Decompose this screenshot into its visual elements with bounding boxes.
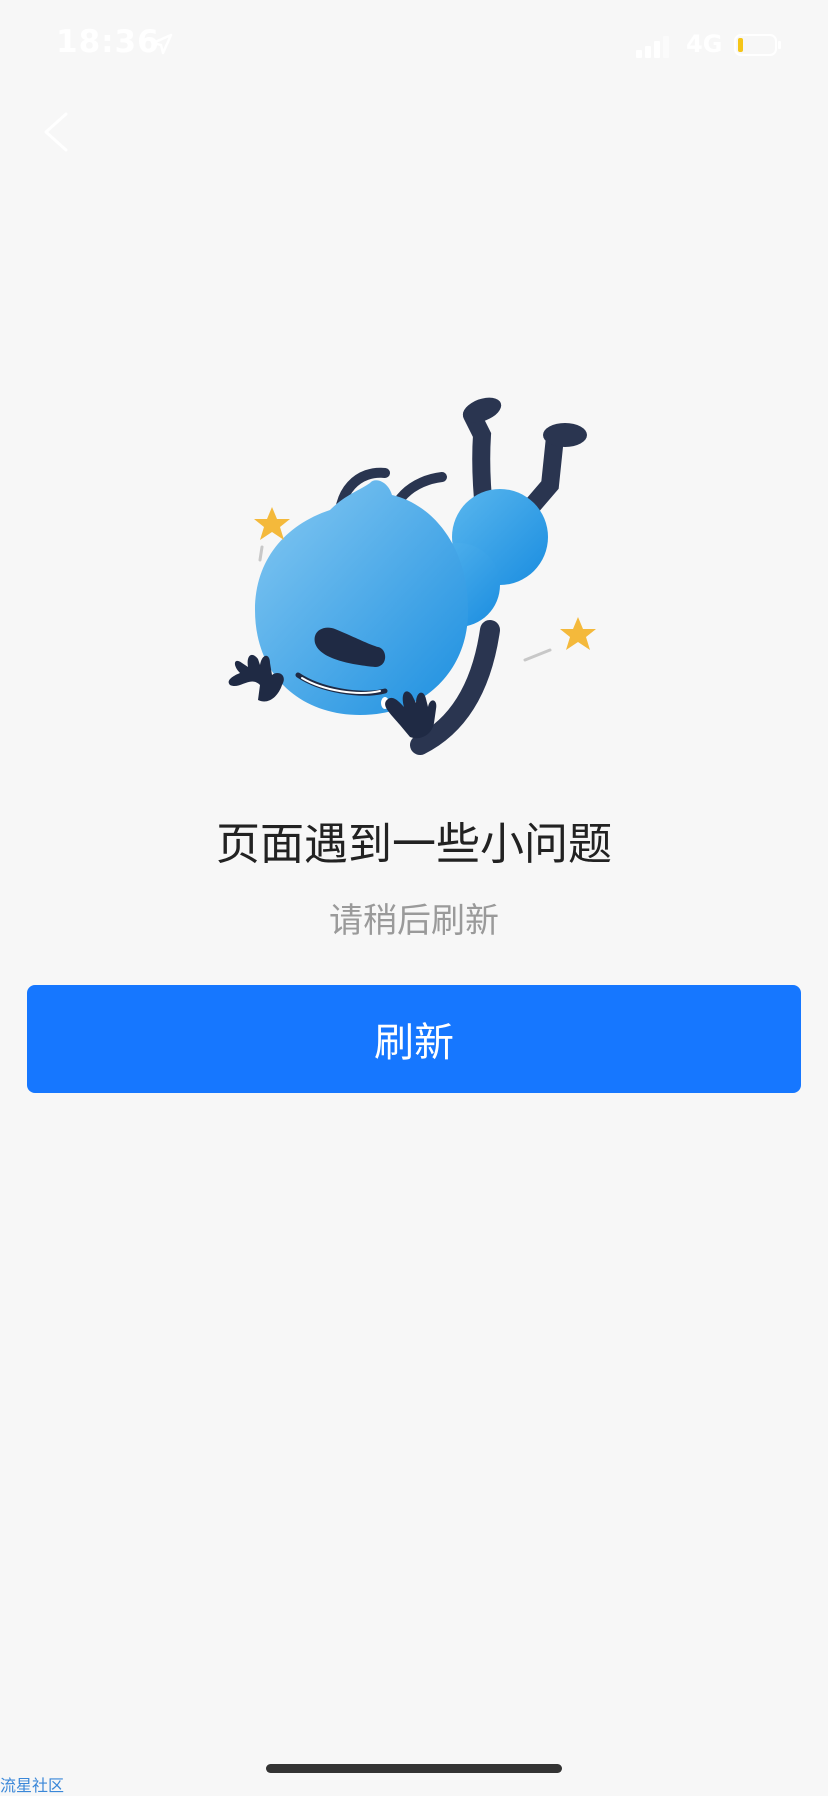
- battery-icon: [734, 34, 781, 56]
- status-time: 18:36: [56, 24, 160, 60]
- network-type: 4G: [686, 30, 723, 58]
- home-indicator[interactable]: [266, 1764, 562, 1773]
- fallen-ant-mascot-illustration: [228, 397, 596, 755]
- refresh-button[interactable]: 刷新: [27, 985, 801, 1093]
- error-title: 页面遇到一些小问题: [216, 819, 612, 870]
- back-button[interactable]: [36, 108, 76, 156]
- error-subtitle: 请稍后刷新: [329, 901, 499, 941]
- location-arrow-icon: [151, 33, 173, 55]
- signal-icon: [636, 36, 669, 58]
- status-bar: 18:36 4G: [0, 0, 828, 92]
- watermark-label: 流星社区: [0, 1776, 65, 1795]
